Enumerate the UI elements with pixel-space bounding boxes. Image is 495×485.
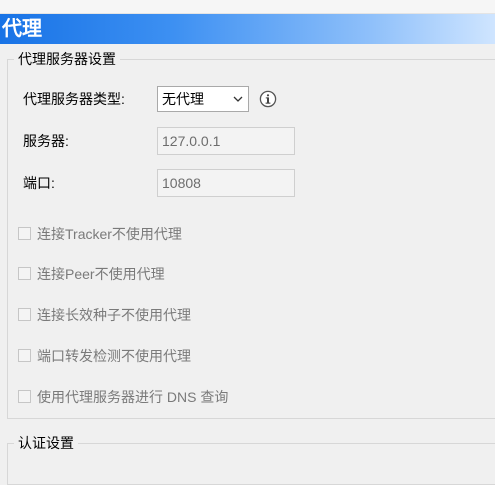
server-label: 服务器: — [23, 133, 69, 149]
checkbox-box[interactable] — [18, 308, 31, 321]
section-header: 代理 — [0, 14, 495, 44]
proxy-type-select[interactable]: 无代理 — [157, 86, 249, 112]
checkbox-label: 连接长效种子不使用代理 — [37, 307, 191, 323]
section-title: 代理 — [2, 18, 42, 40]
checkbox-box[interactable] — [18, 390, 31, 403]
proxy-settings-legend: 代理服务器设置 — [14, 49, 120, 69]
checkbox-box[interactable] — [18, 267, 31, 280]
port-input[interactable]: 10808 — [157, 169, 295, 197]
checkbox-label: 连接Peer不使用代理 — [37, 266, 165, 282]
top-strip — [0, 0, 495, 14]
proxy-type-value: 无代理 — [162, 91, 204, 107]
auth-settings-legend: 认证设置 — [14, 433, 78, 453]
checkbox-label: 使用代理服务器进行 DNS 查询 — [37, 389, 229, 405]
checkbox-box[interactable] — [18, 227, 31, 240]
proxy-type-label: 代理服务器类型: — [23, 91, 125, 107]
auth-settings-group: 认证设置 — [7, 433, 495, 485]
server-input[interactable]: 127.0.0.1 — [157, 127, 295, 155]
checkbox-label: 端口转发检测不使用代理 — [37, 348, 191, 364]
port-label: 端口: — [23, 175, 55, 191]
checkbox-label: 连接Tracker不使用代理 — [37, 226, 182, 242]
chevron-down-icon — [233, 96, 243, 102]
checkbox-box[interactable] — [18, 349, 31, 362]
info-icon[interactable] — [259, 90, 277, 108]
